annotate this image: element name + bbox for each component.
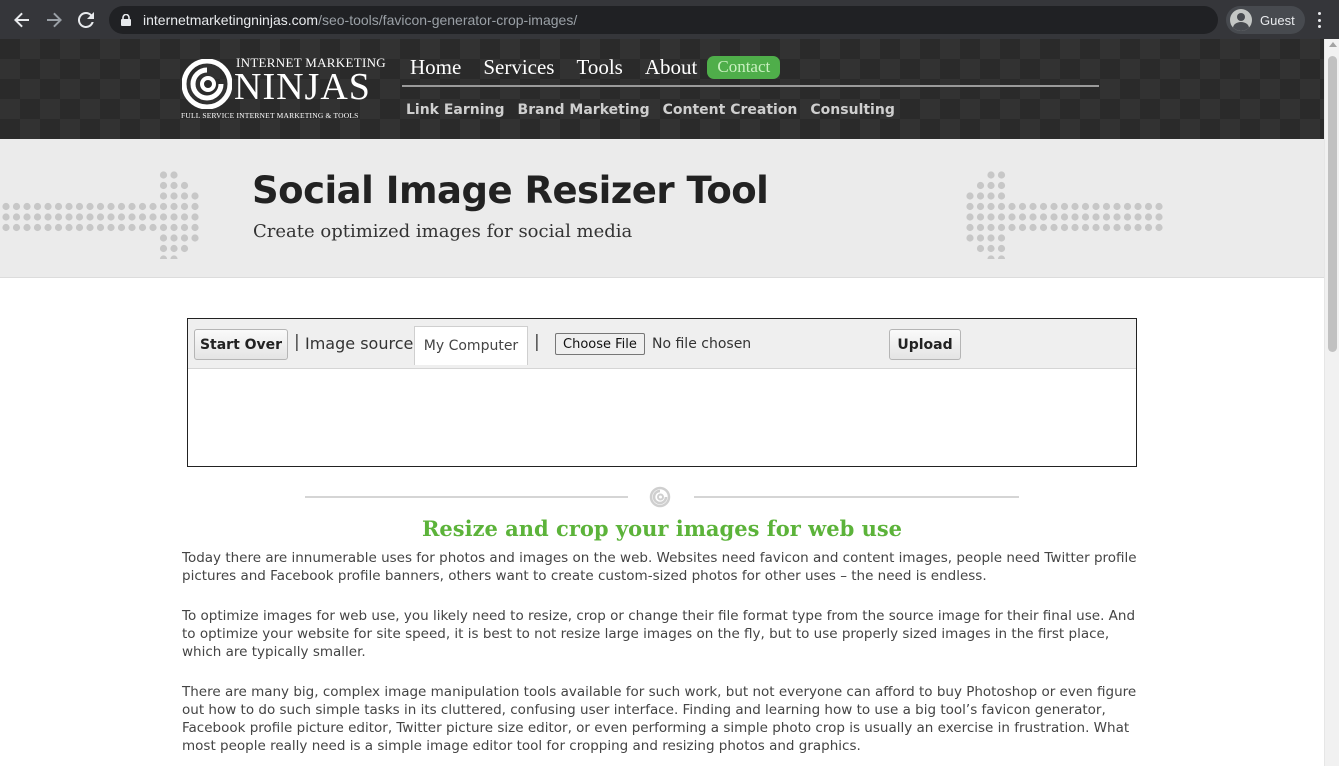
dotted-arrow-right-icon xyxy=(966,171,1163,259)
toolbar-separator: | xyxy=(534,332,540,352)
section-heading: Resize and crop your images for web use xyxy=(421,516,903,541)
choose-file-button[interactable]: Choose File xyxy=(555,333,645,355)
page-title: Social Image Resizer Tool xyxy=(252,169,769,212)
subnav-link-earning[interactable]: Link Earning xyxy=(406,102,505,118)
image-source-label: Image source: xyxy=(305,334,419,353)
nav-contact-button[interactable]: Contact xyxy=(707,56,781,79)
main-nav: Home Services Tools About Contact xyxy=(410,55,781,80)
url-text: internetmarketingninjas.com/seo-tools/fa… xyxy=(143,12,577,28)
image-resizer-tool: Start Over | Image source: My Computer |… xyxy=(187,318,1137,467)
dotted-arrow-left-icon xyxy=(2,171,199,259)
upload-button[interactable]: Upload xyxy=(889,329,961,360)
nav-about[interactable]: About xyxy=(645,55,698,80)
logo-main-text: NINJAS xyxy=(234,66,371,108)
subnav-content-creation[interactable]: Content Creation xyxy=(663,102,798,118)
back-button[interactable] xyxy=(6,0,38,39)
page-subtitle: Create optimized images for social media xyxy=(253,221,633,242)
tab-my-computer[interactable]: My Computer xyxy=(414,326,528,365)
url-domain: internetmarketingninjas.com xyxy=(143,12,319,28)
page-scrollbar[interactable] xyxy=(1324,39,1339,766)
hero-banner: Social Image Resizer Tool Create optimiz… xyxy=(0,139,1324,278)
scroll-up-icon[interactable] xyxy=(1329,42,1337,47)
arrow-right-icon xyxy=(47,12,62,27)
swirl-ornament-icon xyxy=(649,486,671,508)
profile-name: Guest xyxy=(1260,12,1295,28)
reload-button[interactable] xyxy=(70,0,102,39)
scrollbar-thumb[interactable] xyxy=(1328,56,1337,352)
site-logo[interactable]: INTERNET MARKETING NINJAS FULL SERVICE I… xyxy=(180,53,386,123)
file-status-text: No file chosen xyxy=(652,336,752,352)
arrow-left-icon xyxy=(14,12,29,27)
page-viewport: INTERNET MARKETING NINJAS FULL SERVICE I… xyxy=(0,39,1339,766)
toolbar-separator: | xyxy=(294,332,300,352)
browser-toolbar: internetmarketingninjas.com/seo-tools/fa… xyxy=(0,0,1339,39)
nav-divider xyxy=(402,85,1099,87)
url-path: /seo-tools/favicon-generator-crop-images… xyxy=(318,12,578,28)
subnav-consulting[interactable]: Consulting xyxy=(810,102,894,118)
nav-tools[interactable]: Tools xyxy=(576,55,622,80)
reload-icon xyxy=(78,11,94,28)
ninja-swirl-icon xyxy=(182,59,232,109)
paragraph: To optimize images for web use, you like… xyxy=(182,608,1136,660)
subnav-brand-marketing[interactable]: Brand Marketing xyxy=(518,102,650,118)
tool-workspace xyxy=(188,369,1136,466)
avatar-icon xyxy=(1230,9,1252,31)
tool-toolbar: Start Over | Image source: My Computer |… xyxy=(188,319,1136,369)
start-over-button[interactable]: Start Over xyxy=(194,329,288,360)
lock-icon xyxy=(121,14,131,26)
nav-home[interactable]: Home xyxy=(410,55,461,80)
paragraph: Today there are innumerable uses for pho… xyxy=(182,550,1137,584)
paragraph: There are many big, complex image manipu… xyxy=(182,684,1137,754)
site-header: INTERNET MARKETING NINJAS FULL SERVICE I… xyxy=(0,39,1324,139)
article-body: Today there are innumerable uses for pho… xyxy=(182,549,1147,766)
forward-button[interactable] xyxy=(38,0,70,39)
profile-button[interactable]: Guest xyxy=(1226,6,1305,34)
logo-tagline: FULL SERVICE INTERNET MARKETING & TOOLS xyxy=(181,111,359,120)
address-bar[interactable]: internetmarketingninjas.com/seo-tools/fa… xyxy=(109,6,1218,34)
sub-nav: Link Earning Brand Marketing Content Cre… xyxy=(406,102,908,118)
nav-services[interactable]: Services xyxy=(483,55,554,80)
browser-menu-icon[interactable] xyxy=(1310,10,1328,30)
section-divider xyxy=(305,486,1019,508)
